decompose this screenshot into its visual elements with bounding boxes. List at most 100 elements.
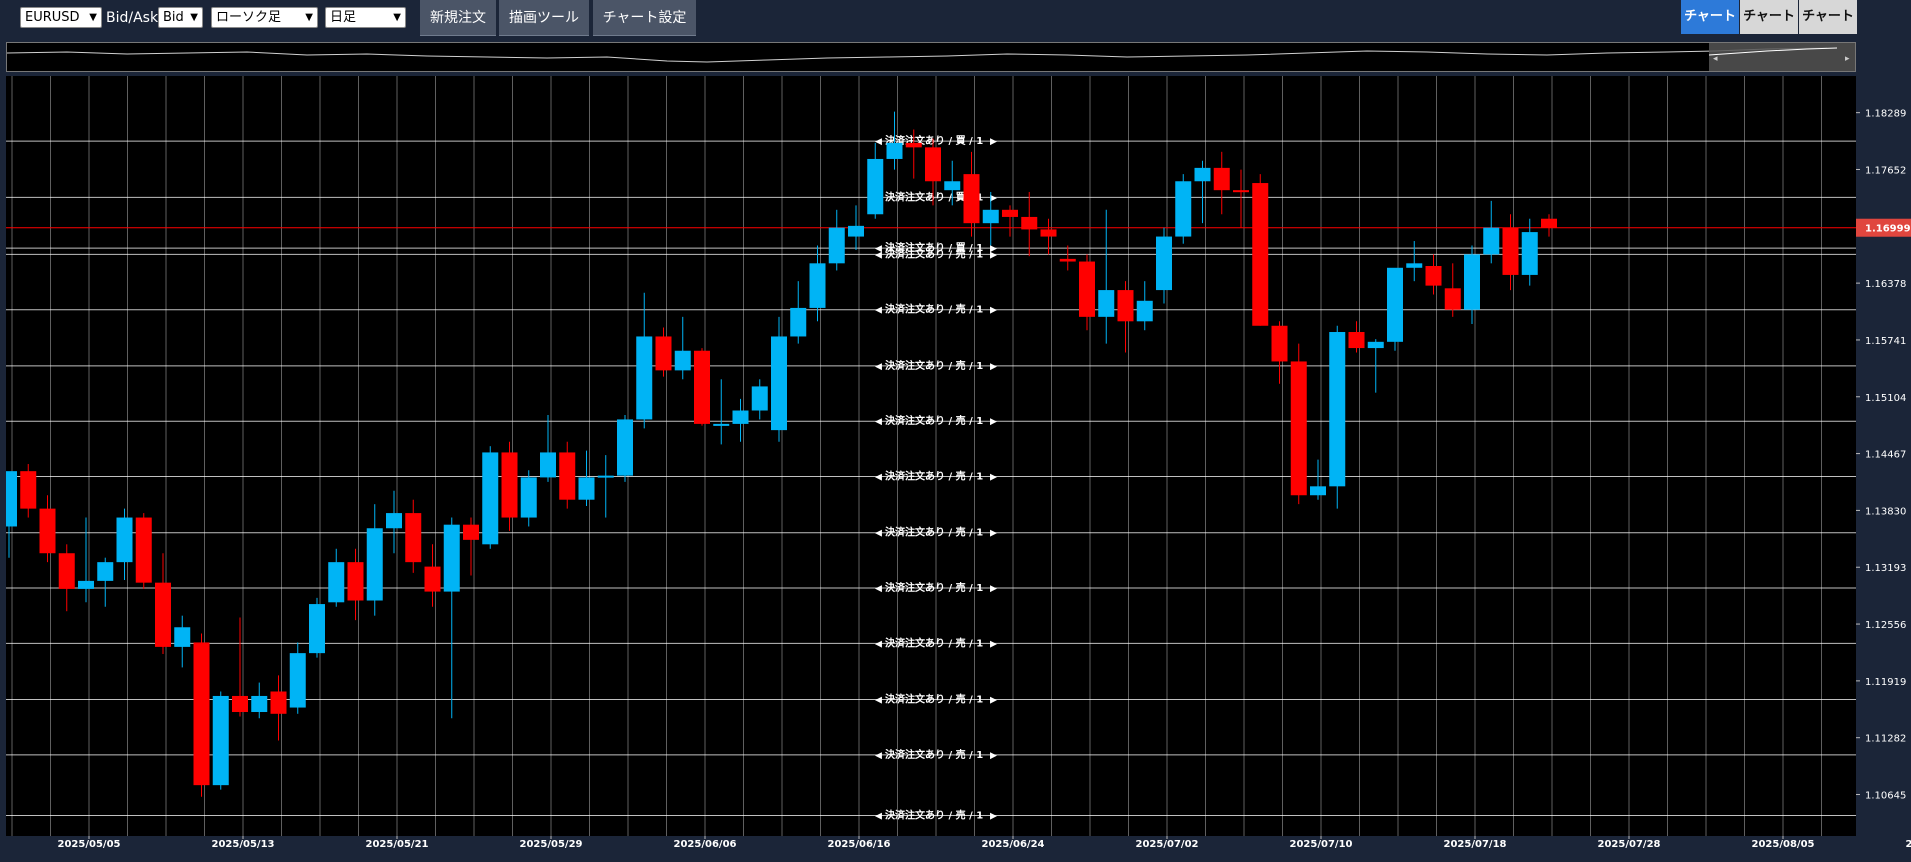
price-axis-label: 1.15741: [1865, 336, 1906, 347]
time-axis-label: 2025/05/05: [58, 839, 121, 848]
price-axis: [1856, 76, 1911, 848]
chevron-down-icon: ▼: [190, 12, 198, 23]
candle-body: [1290, 361, 1307, 496]
candle-body: [1213, 167, 1230, 191]
candle-body: [771, 336, 787, 431]
navigator-left-arrow-icon: ◂: [1713, 54, 1718, 64]
candle-body: [636, 336, 653, 420]
order-line-left-arrow-icon: ◀: [875, 250, 882, 260]
candle-body: [963, 174, 980, 224]
order-line-label: 決済注文あり / 売 / 1: [885, 748, 983, 761]
candle-body: [1059, 258, 1076, 262]
timeframe-select[interactable]: 日足 ▼: [325, 7, 406, 28]
order-line-label: 決済注文あり / 売 / 1: [885, 359, 983, 372]
bidask-select[interactable]: Bid ▼: [158, 7, 203, 28]
candle-body: [1483, 227, 1500, 255]
candle-body: [732, 410, 749, 424]
order-line-left-arrow-icon: ◀: [875, 751, 882, 761]
order-line-right-arrow-icon: ▶: [990, 811, 997, 821]
order-line-label: 決済注文あり / 売 / 1: [885, 303, 983, 316]
candle-body: [193, 642, 210, 786]
navigator-window-handle[interactable]: [1709, 43, 1855, 71]
order-line-left-arrow-icon: ◀: [875, 639, 882, 649]
price-axis-label: 1.13193: [1865, 563, 1906, 574]
time-axis-label: 2025/07/02: [1136, 839, 1199, 848]
candle-body: [386, 513, 402, 529]
candle-body: [463, 524, 479, 540]
timeframe-value: 日足: [330, 10, 357, 25]
order-line-right-arrow-icon: ▶: [990, 362, 997, 372]
candle-body: [366, 528, 383, 601]
candle-body: [1310, 486, 1326, 496]
chart-type-select[interactable]: ローソク足 ▼: [211, 7, 318, 28]
candle-body: [1387, 267, 1403, 342]
current-price-label: 1.16999: [1865, 224, 1911, 235]
candle-body: [1541, 218, 1557, 228]
candle-body: [6, 471, 17, 527]
order-line-label: 決済注文あり / 売 / 1: [885, 636, 983, 649]
price-axis-label: 1.14467: [1865, 450, 1906, 461]
candle-body: [212, 695, 229, 786]
order-line-label: 決済注文あり / 売 / 1: [885, 526, 983, 539]
price-axis-label: 1.15104: [1865, 393, 1906, 404]
order-line-left-arrow-icon: ◀: [875, 306, 882, 316]
candle-body: [1079, 261, 1095, 317]
candle-body: [116, 517, 133, 563]
order-line-label: 決済注文あり / 売 / 1: [885, 247, 983, 260]
candle-body: [39, 508, 56, 554]
candle-body: [674, 350, 691, 371]
chart-type-value: ローソク足: [216, 10, 282, 25]
navigator-right-arrow-icon: ▸: [1845, 54, 1850, 64]
price-axis-label: 1.13830: [1865, 506, 1906, 517]
candle-body: [520, 477, 537, 518]
time-axis-label: 2025/07/10: [1290, 839, 1353, 848]
time-axis-label: 2025/08/05: [1752, 839, 1815, 848]
candle-body: [617, 419, 633, 476]
candle-body: [886, 142, 903, 159]
order-line-label: 決済注文あり / 売 / 1: [885, 808, 983, 821]
candle-body: [97, 562, 114, 581]
candle-body: [655, 336, 672, 371]
candle-body: [1329, 332, 1346, 487]
drawing-tools-button[interactable]: 描画ツール: [499, 0, 589, 36]
candle-body: [867, 158, 884, 215]
tab-chart-1[interactable]: チャート1: [1681, 0, 1739, 58]
candle-body: [135, 517, 152, 583]
candle-body: [540, 452, 556, 478]
time-axis-label: 2025/06/06: [674, 839, 737, 848]
candle-body: [982, 209, 999, 224]
candle-body: [1367, 341, 1384, 349]
time-axis-label: 2025/05/13: [212, 839, 275, 848]
order-line-right-arrow-icon: ▶: [990, 306, 997, 316]
candle-body: [270, 691, 287, 714]
order-line-right-arrow-icon: ▶: [990, 751, 997, 761]
new-order-button[interactable]: 新規注文: [420, 0, 496, 36]
candle-body: [1464, 254, 1480, 310]
price-axis-label: 1.16378: [1865, 279, 1906, 290]
candle-body: [925, 147, 941, 182]
candle-body: [232, 695, 248, 713]
order-line-label: 決済注文あり / 売 / 1: [885, 470, 983, 483]
candle-body: [597, 475, 614, 478]
order-line-right-arrow-icon: ▶: [990, 137, 997, 147]
price-axis-label: 1.17652: [1865, 165, 1906, 176]
chevron-down-icon: ▼: [393, 12, 401, 23]
candle-body: [155, 582, 171, 647]
candle-body: [944, 181, 961, 191]
order-line-label: 決済注文あり / 売 / 1: [885, 693, 983, 706]
time-axis-label: 2025/08/13: [1906, 839, 1911, 848]
candle-body: [828, 227, 845, 264]
chart-area[interactable]: ◀決済注文あり / 買 / 1▶◀決済注文あり / 買 / 1▶◀決済注文あり …: [6, 76, 1911, 848]
tab-chart-3[interactable]: チャート3: [1799, 0, 1857, 58]
price-axis-label: 1.18289: [1865, 109, 1906, 120]
navigator-strip[interactable]: ◂ ▸: [6, 42, 1856, 72]
candle-body: [694, 350, 710, 424]
order-line-right-arrow-icon: ▶: [990, 584, 997, 594]
chevron-down-icon: ▼: [305, 12, 313, 23]
candle-body: [424, 566, 441, 592]
symbol-select[interactable]: EURUSD ▼: [20, 7, 102, 28]
tab-chart-2[interactable]: チャート2: [1740, 0, 1798, 58]
chart-settings-button[interactable]: チャート設定: [593, 0, 696, 36]
candle-body: [1348, 332, 1365, 349]
price-axis-label: 1.10645: [1865, 791, 1906, 802]
